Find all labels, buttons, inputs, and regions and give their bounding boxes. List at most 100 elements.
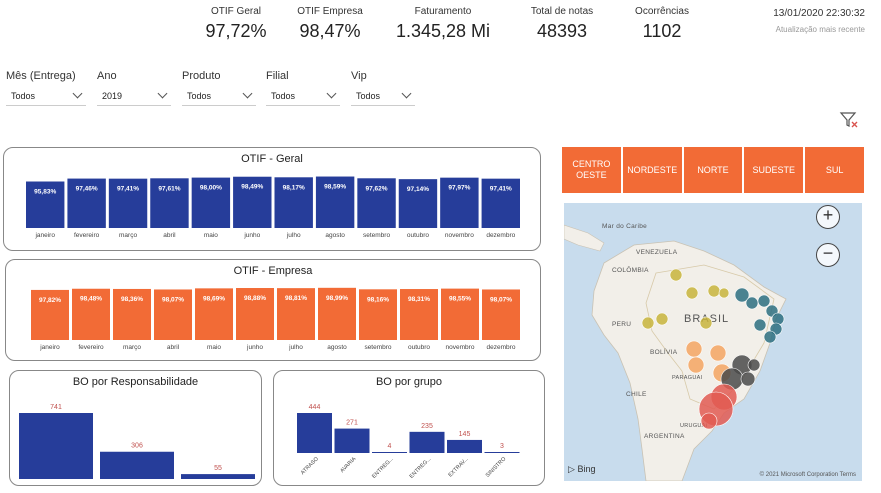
data-label: 98,16% — [367, 296, 389, 303]
filter-vip-dropdown[interactable]: Todos — [351, 88, 415, 106]
filter-ano: Ano 2019 — [97, 70, 171, 106]
bar[interactable] — [19, 413, 93, 479]
bar[interactable] — [372, 452, 407, 453]
map-bubbles — [641, 268, 785, 430]
data-label: 98,48% — [80, 296, 102, 303]
data-label: 95,83% — [34, 189, 56, 196]
region-button-nordeste[interactable]: NORDESTE — [622, 147, 682, 193]
data-label: 741 — [50, 404, 62, 411]
bar[interactable] — [297, 413, 332, 453]
tick-label: outubro — [407, 232, 429, 239]
map-bubble[interactable] — [718, 287, 730, 299]
bing-label: Bing — [577, 464, 596, 474]
data-label: 306 — [131, 443, 143, 450]
map-bubble[interactable] — [699, 316, 713, 330]
data-label: 98,17% — [283, 184, 305, 191]
filter-filial-dropdown[interactable]: Todos — [266, 88, 340, 106]
zoom-out-button[interactable]: − — [816, 243, 840, 267]
map-bubble[interactable] — [709, 344, 727, 362]
map-bubble[interactable] — [655, 312, 669, 326]
chevron-down-icon — [242, 88, 253, 99]
data-label: 97,41% — [117, 186, 139, 193]
tick-label: janeiro — [39, 344, 60, 351]
last-update: 13/01/2020 22:30:32 Atualização mais rec… — [773, 8, 865, 34]
data-label: 271 — [346, 420, 358, 427]
tick-label: fevereiro — [78, 344, 104, 351]
otif-empresa-chart: 97,82% janeiro 98,48% fevereiro 98,36% março 9… — [31, 287, 520, 351]
zoom-in-button[interactable]: + — [816, 205, 840, 229]
data-label: 98,88% — [244, 295, 266, 302]
region-button-sudeste[interactable]: SUDESTE — [744, 147, 804, 193]
map-bubble[interactable] — [753, 318, 767, 332]
data-label: 55 — [214, 465, 222, 472]
map-bubble[interactable] — [641, 316, 655, 330]
filter-value: Todos — [271, 91, 296, 101]
filter-value: Todos — [11, 91, 36, 101]
map-bubble[interactable] — [757, 294, 771, 308]
tick-label: outubro — [408, 344, 430, 351]
data-label: 97,14% — [407, 186, 429, 193]
map-bubble[interactable] — [747, 358, 761, 372]
bar[interactable] — [100, 451, 174, 479]
kpi-label: Total de notas — [530, 6, 594, 17]
tick-label: março — [119, 232, 137, 239]
map-bubble[interactable] — [763, 330, 777, 344]
tick-label: dezembro — [487, 344, 516, 351]
data-label: 98,99% — [326, 295, 348, 302]
tick-label: setembro — [363, 232, 390, 239]
bar[interactable] — [334, 428, 370, 453]
region-button-centro-oeste[interactable]: CENTRO OESTE — [562, 147, 621, 193]
kpi-otif-geral: OTIF Geral 97,72% — [200, 6, 272, 42]
map-bubble[interactable] — [745, 296, 759, 310]
kpi-value: 1102 — [642, 21, 682, 41]
data-label: 235 — [421, 423, 433, 430]
filter-ano-dropdown[interactable]: 2019 — [97, 88, 171, 106]
tick-label: novembro — [446, 344, 475, 351]
kpi-otif-empresa: OTIF Empresa 98,47% — [294, 6, 366, 42]
tick-label: março — [123, 344, 141, 351]
data-label: 3 — [500, 443, 504, 450]
data-label: 98,55% — [449, 296, 471, 303]
tick-label: fevereiro — [74, 232, 100, 239]
map-bubble[interactable] — [687, 356, 705, 374]
bar[interactable] — [409, 431, 445, 453]
map-bubble[interactable] — [685, 286, 699, 300]
tick-label: maio — [207, 344, 221, 351]
map-bubble[interactable] — [685, 340, 703, 358]
bo-grupo-panel: BO por grupo 444 ATRASO 271 AVARIA 4 ENTREG..… — [273, 370, 545, 486]
otif-empresa-panel: OTIF - Empresa 97,82% janeiro 98,48% fevere… — [5, 259, 541, 361]
bubble-map[interactable]: Mar do Caribe VENEZUELA COLÔMBIA BRASIL … — [564, 203, 862, 481]
map-bubble[interactable] — [707, 284, 721, 298]
data-label: 444 — [309, 404, 321, 411]
clear-filter-icon[interactable] — [839, 110, 859, 130]
tick-label: agosto — [327, 344, 347, 351]
bar[interactable] — [484, 452, 520, 453]
filter-produto-dropdown[interactable]: Todos — [182, 88, 256, 106]
tick-label: ATRASO — [300, 456, 320, 476]
filter-mes-dropdown[interactable]: Todos — [6, 88, 86, 106]
kpi-ocorrencias: Ocorrências 1102 — [626, 6, 698, 42]
map-bubble[interactable] — [740, 371, 756, 387]
tick-label: ENTREG... — [371, 456, 395, 480]
tick-label: EXTRAV... — [448, 456, 471, 479]
otif-geral-panel: OTIF - Geral 95,83% janeiro 97,46% fevereir… — [3, 147, 541, 251]
map-bubble[interactable] — [669, 268, 683, 282]
map-bubble[interactable] — [700, 412, 718, 430]
filter-label: Ano — [97, 70, 117, 82]
filter-label: Vip — [351, 70, 367, 82]
bing-logo: ▷ Bing — [568, 464, 595, 475]
data-label: 98,07% — [162, 296, 184, 303]
last-update-label: Atualização mais recente — [775, 25, 865, 34]
kpi-label: OTIF Geral — [210, 6, 261, 17]
filter-produto: Produto Todos — [182, 70, 256, 106]
filter-value: 2019 — [102, 91, 123, 101]
kpi-label: Faturamento — [414, 6, 472, 17]
otif-geral-chart: 95,83% janeiro 97,46% fevereiro 97,41% março 9… — [26, 176, 520, 239]
bar[interactable] — [447, 439, 482, 453]
bar[interactable] — [181, 474, 255, 479]
filter-vip: Vip Todos — [351, 70, 415, 106]
kpi-value: 97,72% — [205, 21, 267, 41]
region-button-sul[interactable]: SUL — [805, 147, 864, 193]
region-button-norte[interactable]: NORTE — [683, 147, 743, 193]
kpi-faturamento: Faturamento 1.345,28 Mi — [388, 6, 498, 42]
